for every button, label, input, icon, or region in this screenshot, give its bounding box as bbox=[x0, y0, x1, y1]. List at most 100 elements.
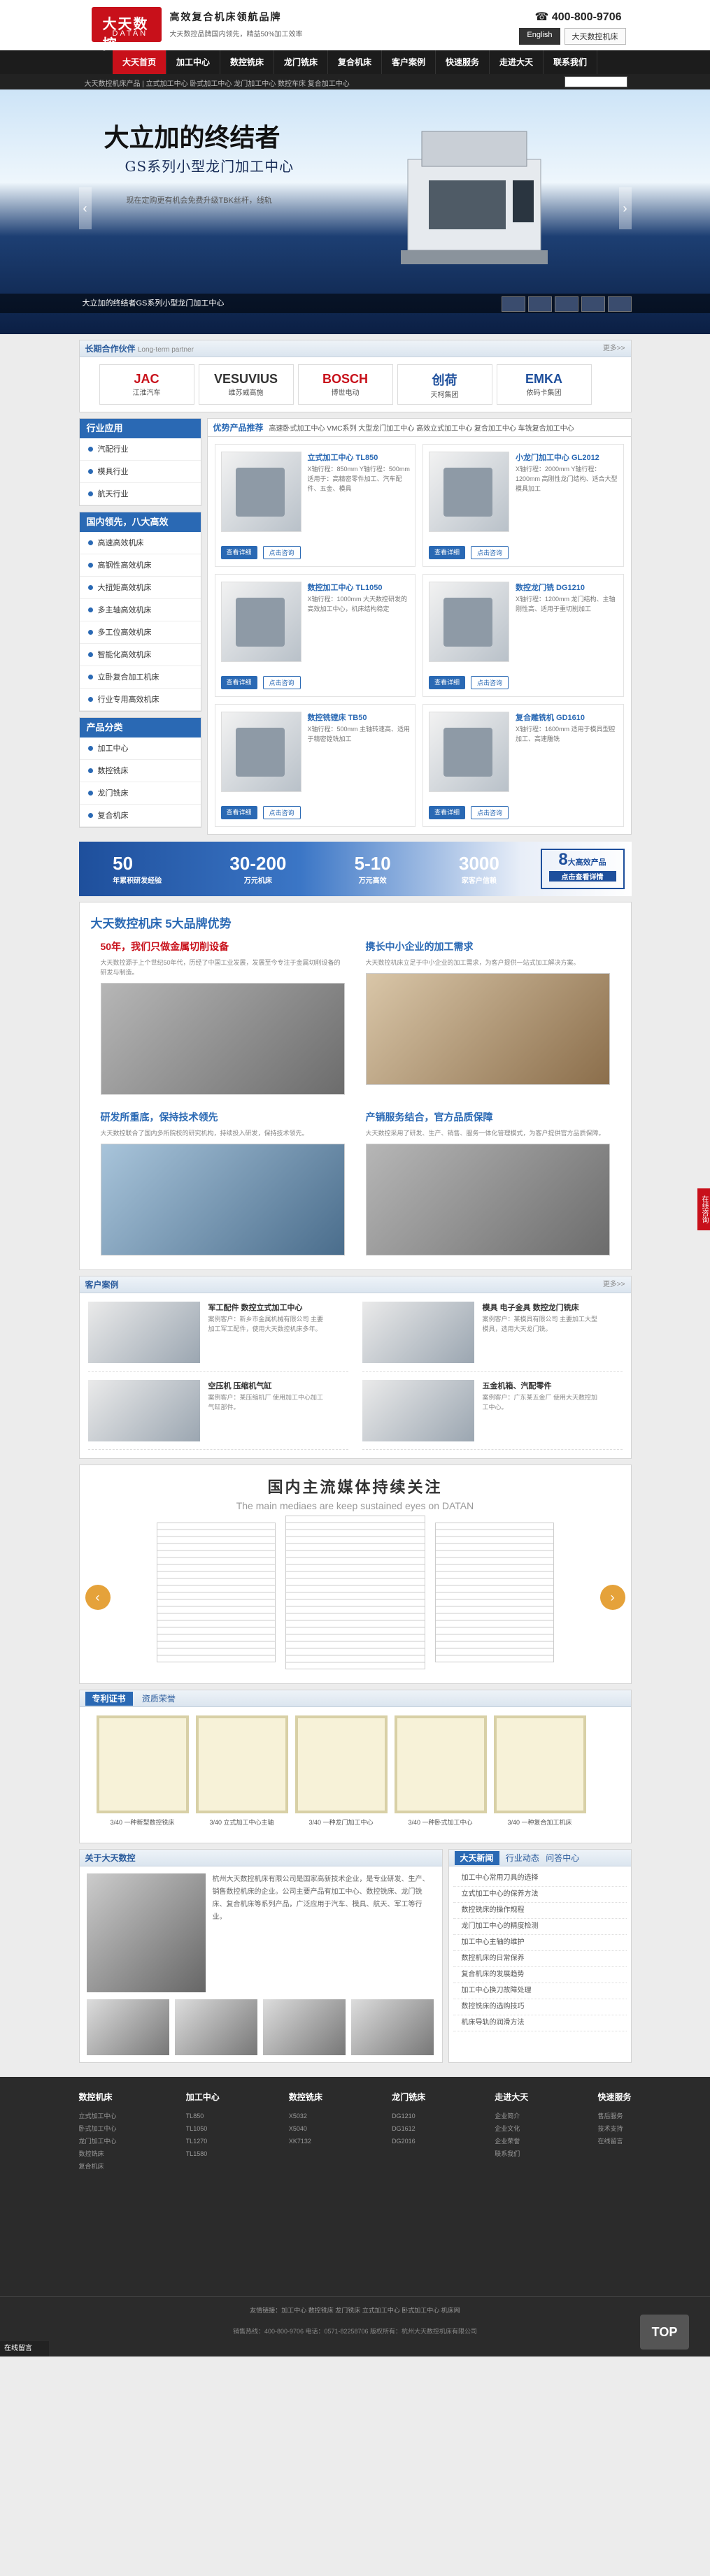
product-image[interactable] bbox=[220, 712, 301, 792]
category-item[interactable]: 龙门铣床 bbox=[79, 782, 201, 805]
industry-item[interactable]: 模具行业 bbox=[79, 461, 201, 483]
floating-consult-tab[interactable]: 在线咨询 bbox=[697, 1188, 710, 1230]
online-chat-button[interactable]: 在线留言 bbox=[0, 2341, 49, 2356]
footer-link[interactable]: 企业文化 bbox=[495, 2122, 528, 2135]
case-image[interactable] bbox=[87, 1302, 200, 1363]
cert-image[interactable] bbox=[493, 1715, 586, 1813]
case-title[interactable]: 空压机 压缩机气缸 bbox=[208, 1380, 272, 1391]
cert-image[interactable] bbox=[195, 1715, 288, 1813]
news-item[interactable]: 复合机床的发展趋势 bbox=[453, 1967, 627, 1983]
footer-link[interactable]: 技术支持 bbox=[597, 2122, 631, 2135]
footer-link[interactable]: DG1612 bbox=[392, 2122, 425, 2135]
lead-item[interactable]: 大扭矩高效机床 bbox=[79, 577, 201, 599]
product-image[interactable] bbox=[220, 452, 301, 532]
media-clipping[interactable] bbox=[285, 1516, 425, 1669]
footer-link[interactable]: X5040 bbox=[289, 2122, 322, 2135]
footer-link[interactable]: DG1210 bbox=[392, 2110, 425, 2122]
product-card[interactable]: 复合雕铣机 GD1610 X轴行程：1600mm 适用于模具型腔加工、高速雕铣 查看… bbox=[423, 704, 624, 827]
case-image[interactable] bbox=[87, 1380, 200, 1441]
footer-col-title[interactable]: 数控铣床 bbox=[289, 2091, 322, 2103]
tab-company-news[interactable]: 大天新闻 bbox=[454, 1851, 499, 1865]
case-title[interactable]: 军工配件 数控立式加工中心 bbox=[208, 1302, 303, 1313]
partner-logo[interactable]: EMKA 依码卡集团 bbox=[496, 364, 592, 405]
lang-chinese-button[interactable]: 大天数控机床 bbox=[564, 28, 626, 45]
product-image[interactable] bbox=[429, 712, 509, 792]
news-item[interactable]: 数控机床的日常保养 bbox=[453, 1951, 627, 1967]
nav-item-gantry-milling[interactable]: 龙门铣床 bbox=[274, 50, 328, 74]
industry-item[interactable]: 汽配行业 bbox=[79, 438, 201, 461]
footer-link[interactable]: 在线留言 bbox=[597, 2135, 631, 2147]
lang-english-button[interactable]: English bbox=[519, 28, 560, 45]
consult-button[interactable]: 点击咨询 bbox=[262, 676, 301, 689]
gallery-image[interactable] bbox=[174, 1999, 257, 2055]
consult-button[interactable]: 点击咨询 bbox=[471, 806, 509, 819]
lead-item[interactable]: 高速高效机床 bbox=[79, 532, 201, 554]
nav-item-contact[interactable]: 联系我们 bbox=[544, 50, 597, 74]
banner-detail-button[interactable]: 点击查看详情 bbox=[548, 871, 616, 882]
footer-link[interactable]: 联系我们 bbox=[495, 2147, 528, 2160]
gallery-image[interactable] bbox=[350, 1999, 434, 2055]
news-item[interactable]: 数控铣床的选购技巧 bbox=[453, 1999, 627, 2015]
nav-item-cnc-milling[interactable]: 数控铣床 bbox=[220, 50, 274, 74]
footer-link[interactable]: 企业简介 bbox=[495, 2110, 528, 2122]
product-card[interactable]: 数控加工中心 TL1050 X轴行程：1000mm 大天数控研发的高效加工中心，机… bbox=[214, 574, 416, 697]
category-item[interactable]: 加工中心 bbox=[79, 737, 201, 760]
nav-item-service[interactable]: 快速服务 bbox=[436, 50, 490, 74]
hero-thumb[interactable] bbox=[555, 296, 578, 312]
consult-button[interactable]: 点击咨询 bbox=[471, 546, 509, 559]
footer-col-title[interactable]: 数控机床 bbox=[79, 2091, 117, 2103]
footer-col-title[interactable]: 加工中心 bbox=[186, 2091, 220, 2103]
lead-item[interactable]: 高钢性高效机床 bbox=[79, 554, 201, 577]
search-input[interactable] bbox=[564, 76, 627, 87]
footer-link[interactable]: XK7132 bbox=[289, 2135, 322, 2147]
footer-link[interactable]: 数控铣床 bbox=[79, 2147, 117, 2160]
case-image[interactable] bbox=[362, 1302, 474, 1363]
footer-col-title[interactable]: 快速服务 bbox=[597, 2091, 631, 2103]
category-item[interactable]: 数控铣床 bbox=[79, 760, 201, 782]
nav-item-home[interactable]: 大天首页 bbox=[113, 50, 166, 74]
cases-more-link[interactable]: 更多>> bbox=[603, 1276, 625, 1293]
footer-link[interactable]: 售后服务 bbox=[597, 2110, 631, 2122]
cert-item[interactable]: 3/40 一种卧式加工中心 bbox=[394, 1715, 487, 1834]
case-title[interactable]: 五金机箱、汽配零件 bbox=[483, 1380, 552, 1391]
product-card[interactable]: 小龙门加工中心 GL2012 X轴行程：2000mm Y轴行程：1200mm 高刚… bbox=[423, 444, 624, 567]
footer-link[interactable]: 企业荣誉 bbox=[495, 2135, 528, 2147]
footer-link[interactable]: 龙门加工中心 bbox=[79, 2135, 117, 2147]
back-to-top-button[interactable]: TOP bbox=[640, 2315, 689, 2350]
hero-thumb[interactable] bbox=[581, 296, 605, 312]
nav-item-cases[interactable]: 客户案例 bbox=[382, 50, 436, 74]
footer-friend-links[interactable]: 友情链接：加工中心 数控铣床 龙门铣床 立式加工中心 卧式加工中心 机床网 bbox=[0, 2296, 710, 2315]
footer-link[interactable]: 复合机床 bbox=[79, 2160, 117, 2173]
case-item[interactable]: 模具 电子金具 数控龙门铣床 案例客户：某模具有限公司 主要加工大型模具，选用大天… bbox=[362, 1302, 623, 1372]
product-name[interactable]: 小龙门加工中心 GL2012 bbox=[516, 452, 599, 463]
hero-thumb[interactable] bbox=[528, 296, 552, 312]
nav-item-about[interactable]: 走进大天 bbox=[490, 50, 544, 74]
footer-col-title[interactable]: 走进大天 bbox=[495, 2091, 528, 2103]
product-card[interactable]: 立式加工中心 TL850 X轴行程：850mm Y轴行程：500mm 适用于：高精… bbox=[214, 444, 416, 567]
product-card[interactable]: 数控铣镗床 TB50 X轴行程：500mm 主轴转速高、适用于精密镗铣加工 查看详细… bbox=[214, 704, 416, 827]
media-prev-arrow[interactable]: ‹ bbox=[85, 1585, 111, 1610]
footer-link[interactable]: DG2016 bbox=[392, 2135, 425, 2147]
consult-button[interactable]: 点击咨询 bbox=[471, 676, 509, 689]
view-detail-button[interactable]: 查看详细 bbox=[429, 546, 466, 559]
lead-item[interactable]: 智能化高效机床 bbox=[79, 644, 201, 666]
footer-link[interactable]: TL1050 bbox=[186, 2122, 220, 2135]
product-image[interactable] bbox=[429, 452, 509, 532]
news-item[interactable]: 龙门加工中心的精度检测 bbox=[453, 1919, 627, 1935]
lead-item[interactable]: 多主轴高效机床 bbox=[79, 599, 201, 621]
product-image[interactable] bbox=[220, 582, 301, 662]
partner-logo[interactable]: BOSCH 博世电动 bbox=[297, 364, 393, 405]
consult-button[interactable]: 点击咨询 bbox=[262, 806, 301, 819]
cert-image[interactable] bbox=[96, 1715, 189, 1813]
case-title[interactable]: 模具 电子金具 数控龙门铣床 bbox=[483, 1302, 579, 1313]
product-name[interactable]: 数控加工中心 TL1050 bbox=[308, 582, 383, 593]
view-detail-button[interactable]: 查看详细 bbox=[429, 806, 466, 819]
product-card[interactable]: 数控龙门铣 DG1210 X轴行程：1200mm 龙门结构、主轴刚性高、适用于重切… bbox=[423, 574, 624, 697]
cert-item[interactable]: 3/40 一种复合加工机床 bbox=[493, 1715, 586, 1834]
product-name[interactable]: 数控龙门铣 DG1210 bbox=[516, 582, 585, 593]
stats-banner[interactable]: 50 年累积研发经验 30-200 万元机床 5-10 万元高效 3000 家客户信赖 … bbox=[78, 842, 632, 896]
tab-industry-news[interactable]: 行业动态 bbox=[506, 1853, 539, 1863]
nav-item-machining-center[interactable]: 加工中心 bbox=[166, 50, 220, 74]
lead-item[interactable]: 立卧复合加工机床 bbox=[79, 666, 201, 689]
footer-link[interactable]: 卧式加工中心 bbox=[79, 2122, 117, 2135]
